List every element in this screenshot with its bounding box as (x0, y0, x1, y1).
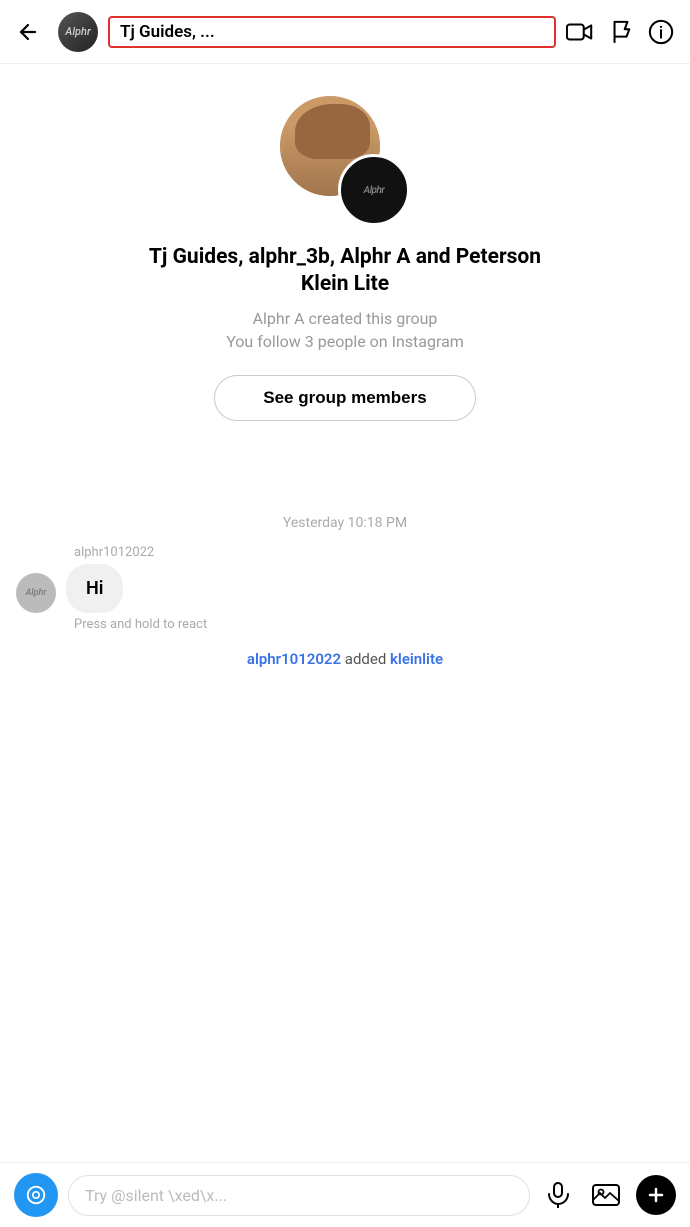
message-input[interactable]: Try @silent \xed\x... (68, 1175, 530, 1216)
profile-avatar-secondary: Alphr (338, 154, 410, 226)
system-user2[interactable]: kleinlite (390, 650, 443, 668)
press-hold-hint: Press and hold to react (74, 617, 674, 632)
see-group-members-button[interactable]: See group members (214, 375, 475, 421)
image-button[interactable] (586, 1175, 626, 1215)
system-message: alphr1012022 added kleinlite (16, 650, 674, 668)
message-timestamp: Yesterday 10:18 PM (16, 515, 674, 531)
message-avatar: Alphr (16, 573, 56, 613)
system-added-text: added (341, 650, 390, 668)
profile-sub2: You follow 3 people on Instagram (226, 332, 464, 351)
header-title-container[interactable]: Tj Guides, ... (108, 16, 556, 48)
header: Alphr Tj Guides, ... (0, 0, 690, 64)
camera-button[interactable] (14, 1173, 58, 1217)
message-row: Alphr Hi (16, 564, 674, 613)
header-avatar[interactable]: Alphr (58, 12, 98, 52)
message-bubble[interactable]: Hi (66, 564, 123, 613)
input-placeholder: Try @silent \xed\x... (85, 1186, 227, 1205)
back-button[interactable] (16, 20, 48, 44)
flag-button[interactable] (610, 20, 632, 44)
profile-section: Alphr Tj Guides, alphr_3b, Alphr A and P… (0, 64, 690, 445)
header-icons (566, 19, 674, 45)
more-options-button[interactable] (636, 1175, 676, 1215)
profile-name: Tj Guides, alphr_3b, Alphr A and Peterso… (145, 244, 545, 299)
system-user1[interactable]: alphr1012022 (247, 650, 341, 668)
input-bar: Try @silent \xed\x... (0, 1162, 690, 1227)
chat-area: Yesterday 10:18 PM alphr1012022 Alphr Hi… (0, 445, 690, 764)
message-sender-label: alphr1012022 (74, 545, 674, 560)
profile-avatar-container: Alphr (280, 96, 410, 226)
video-call-button[interactable] (566, 21, 594, 43)
info-button[interactable] (648, 19, 674, 45)
profile-sub1: Alphr A created this group (253, 309, 438, 328)
microphone-button[interactable] (540, 1177, 576, 1213)
header-title: Tj Guides, ... (120, 22, 215, 42)
